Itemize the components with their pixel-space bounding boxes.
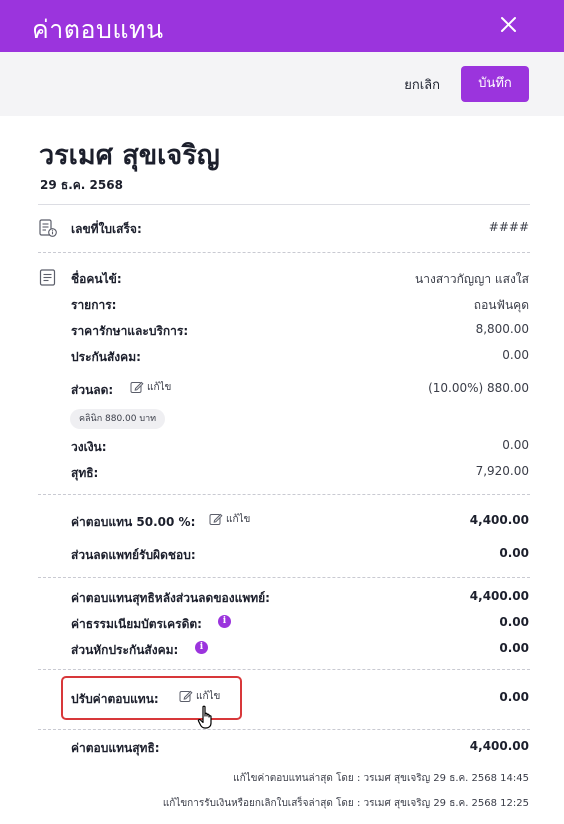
social-deduct-value: 0.00 (499, 641, 529, 655)
document-date: 29 ธ.ค. 2568 (40, 178, 123, 192)
item-value: ถอนฟันคุด (473, 298, 529, 312)
modal-header: ค่าตอบแทน (0, 0, 564, 52)
fee-edit-link[interactable]: แก้ไข (209, 512, 250, 527)
patient-value: นางสาวกัญญา แสงใส (415, 272, 529, 286)
divider (38, 252, 530, 253)
receipt-label: เลขที่ใบเสร็จ: (71, 222, 142, 236)
info-icon[interactable]: i (218, 615, 231, 628)
net-label: สุทธิ: (71, 466, 99, 480)
discount-label: ส่วนลด: (71, 383, 114, 397)
divider (38, 494, 530, 495)
receipt-value: #### (488, 220, 529, 234)
divider (38, 669, 530, 670)
fee-edit-label: แก้ไข (226, 514, 251, 525)
adjust-edit-link[interactable]: แก้ไข (179, 689, 220, 704)
edit-icon (179, 690, 193, 702)
discount-edit-link[interactable]: แก้ไข (130, 380, 171, 395)
item-label: รายการ: (71, 298, 117, 312)
edit-icon (130, 381, 144, 393)
save-button[interactable]: บันทึก (461, 66, 529, 102)
last-payment-edit-note: แก้ไขการรับเงินหรือยกเลิกใบเสร็จล่าสุด โ… (162, 798, 529, 809)
clinic-discount-chip: คลินิก 880.00 บาท (70, 409, 166, 429)
divider (38, 204, 530, 205)
discount-value: (10.00%) 880.00 (428, 381, 529, 395)
action-toolbar: ยกเลิก บันทึก (0, 52, 564, 116)
adjust-value: 0.00 (499, 690, 529, 704)
social-security-label: ประกันสังคม: (71, 350, 141, 364)
info-icon[interactable]: i (195, 641, 208, 654)
discount-edit-label: แก้ไข (147, 382, 172, 393)
social-deduct-label: ส่วนหักประกันสังคม: (71, 643, 179, 657)
divider (38, 577, 530, 578)
document-list-icon (38, 268, 58, 288)
close-icon[interactable] (496, 12, 522, 38)
limit-value: 0.00 (502, 438, 529, 452)
net-value: 7,920.00 (475, 464, 529, 478)
after-discount-value: 4,400.00 (469, 589, 529, 603)
doctor-name: วรเมศ สุขเจริญ (39, 140, 220, 171)
patient-label: ชื่อคนไข้: (71, 272, 122, 286)
fee-label: ค่าตอบแทน 50.00 %: (71, 515, 196, 529)
divider (38, 729, 530, 730)
total-label: ค่าตอบแทนสุทธิ: (71, 741, 160, 755)
doctor-discount-label: ส่วนลดแพทย์รับผิดชอบ: (71, 548, 196, 562)
cancel-button[interactable]: ยกเลิก (404, 74, 440, 95)
total-value: 4,400.00 (469, 739, 529, 753)
after-discount-label: ค่าตอบแทนสุทธิหลังส่วนลดของแพทย์: (71, 591, 270, 605)
edit-icon (209, 513, 223, 525)
card-fee-value: 0.00 (499, 615, 529, 629)
receipt-icon (38, 218, 58, 238)
doctor-discount-value: 0.00 (499, 546, 529, 560)
price-value: 8,800.00 (475, 322, 529, 336)
price-label: ราคารักษาและบริการ: (71, 324, 189, 338)
hand-cursor-icon (197, 705, 217, 731)
fee-value: 4,400.00 (469, 513, 529, 527)
adjust-edit-label: แก้ไข (196, 691, 221, 702)
limit-label: วงเงิน: (71, 440, 107, 454)
adjust-label: ปรับค่าตอบแทน: (71, 692, 159, 706)
modal-title: ค่าตอบแทน (32, 15, 164, 44)
social-security-value: 0.00 (502, 348, 529, 362)
card-fee-label: ค่าธรรมเนียมบัตรเครดิต: (71, 617, 202, 631)
last-edit-note: แก้ไขค่าตอบแทนล่าสุด โดย : วรเมศ สุขเจริ… (233, 773, 529, 784)
